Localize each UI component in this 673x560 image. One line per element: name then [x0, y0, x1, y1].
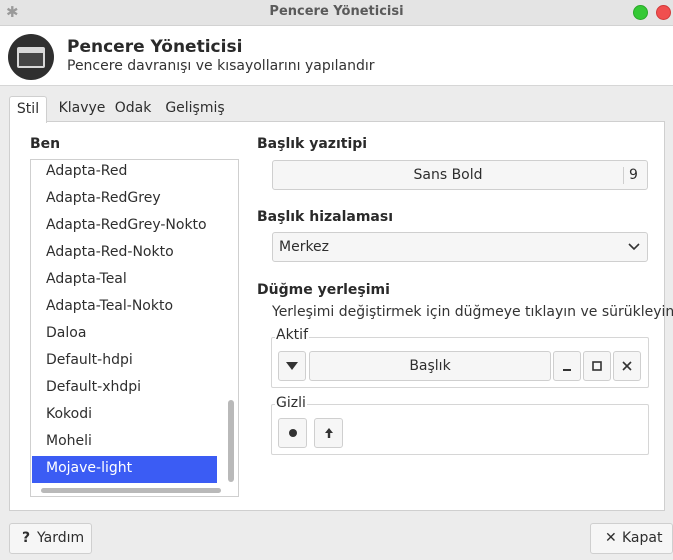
- list-item[interactable]: Adapta-Teal: [32, 267, 217, 294]
- button-layout-hint: Yerleşimi değiştirmek için düğmeye tıkla…: [272, 304, 673, 320]
- list-item[interactable]: Adapta-Red-Nokto: [32, 240, 217, 267]
- maximize-button[interactable]: [633, 5, 648, 20]
- list-item[interactable]: Default-xhdpi: [32, 375, 217, 402]
- close-icon: [622, 361, 632, 371]
- tab-stil[interactable]: Stil: [9, 96, 47, 123]
- stick-button-slot[interactable]: [278, 418, 307, 448]
- theme-section-label: Ben: [30, 136, 61, 152]
- title-bar: ✱ Pencere Yöneticisi: [0, 0, 673, 26]
- help-button-label: Yardım: [37, 530, 85, 546]
- button-layout-label: Düğme yerleşimi: [257, 282, 390, 298]
- font-size: 9: [629, 167, 638, 183]
- hidden-frame-label: Gizli: [275, 395, 307, 411]
- close-button-label: Kapat: [622, 530, 663, 546]
- list-item[interactable]: Default-hdpi: [32, 348, 217, 375]
- list-item[interactable]: Adapta-RedGrey-Nokto: [32, 213, 217, 240]
- header-subtitle: Pencere davranışı ve kısayollarını yapıl…: [67, 58, 375, 74]
- close-button-slot[interactable]: [613, 351, 641, 381]
- chevron-down-icon: [628, 243, 640, 251]
- horizontal-scrollbar[interactable]: [41, 488, 221, 493]
- arrow-up-icon: [324, 428, 333, 438]
- tab-klavye[interactable]: Klavye: [52, 96, 112, 122]
- title-alignment-select[interactable]: Merkez: [272, 232, 648, 262]
- minimize-button-slot[interactable]: [553, 351, 581, 381]
- title-button-slot[interactable]: Başlık: [309, 351, 551, 381]
- minimize-icon: [563, 369, 571, 371]
- menu-button-slot[interactable]: [278, 351, 306, 381]
- theme-list[interactable]: Adapta-Red Adapta-RedGrey Adapta-RedGrey…: [30, 159, 239, 497]
- dot-icon: [288, 429, 297, 437]
- active-frame-label: Aktif: [275, 327, 309, 343]
- dialog-header: Pencere Yöneticisi Pencere davranışı ve …: [0, 26, 673, 86]
- help-button[interactable]: ? Yardım: [9, 523, 92, 554]
- title-font-label: Başlık yazıtipi: [257, 136, 368, 152]
- list-item[interactable]: Daloa: [32, 321, 217, 348]
- maximize-icon: [592, 361, 602, 371]
- list-item[interactable]: Adapta-RedGrey: [32, 186, 217, 213]
- close-window-button[interactable]: [656, 5, 671, 20]
- close-x-icon: ✕: [605, 530, 617, 546]
- list-item[interactable]: Adapta-Teal-Nokto: [32, 294, 217, 321]
- vertical-scrollbar[interactable]: [228, 400, 234, 482]
- header-title: Pencere Yöneticisi: [67, 37, 243, 57]
- list-item[interactable]: Kokodi: [32, 402, 217, 429]
- list-item[interactable]: Adapta-Red: [32, 160, 217, 186]
- alignment-value: Merkez: [279, 239, 330, 255]
- font-name: Sans Bold: [413, 167, 483, 183]
- list-item-selected[interactable]: Mojave-light: [32, 456, 217, 483]
- tab-gelismis[interactable]: Gelişmiş: [164, 96, 226, 122]
- list-item[interactable]: Moheli: [32, 429, 217, 456]
- triangle-down-icon: [286, 362, 298, 370]
- maximize-button-slot[interactable]: [583, 351, 611, 381]
- close-button[interactable]: ✕ Kapat: [590, 523, 673, 554]
- tab-odak[interactable]: Odak: [113, 96, 153, 122]
- title-font-button[interactable]: Sans Bold 9: [272, 160, 648, 190]
- window-manager-icon: [8, 34, 54, 80]
- window-title: Pencere Yöneticisi: [269, 4, 404, 19]
- title-alignment-label: Başlık hizalaması: [257, 209, 394, 225]
- question-icon: ?: [22, 530, 31, 546]
- shade-button-slot[interactable]: [314, 418, 343, 448]
